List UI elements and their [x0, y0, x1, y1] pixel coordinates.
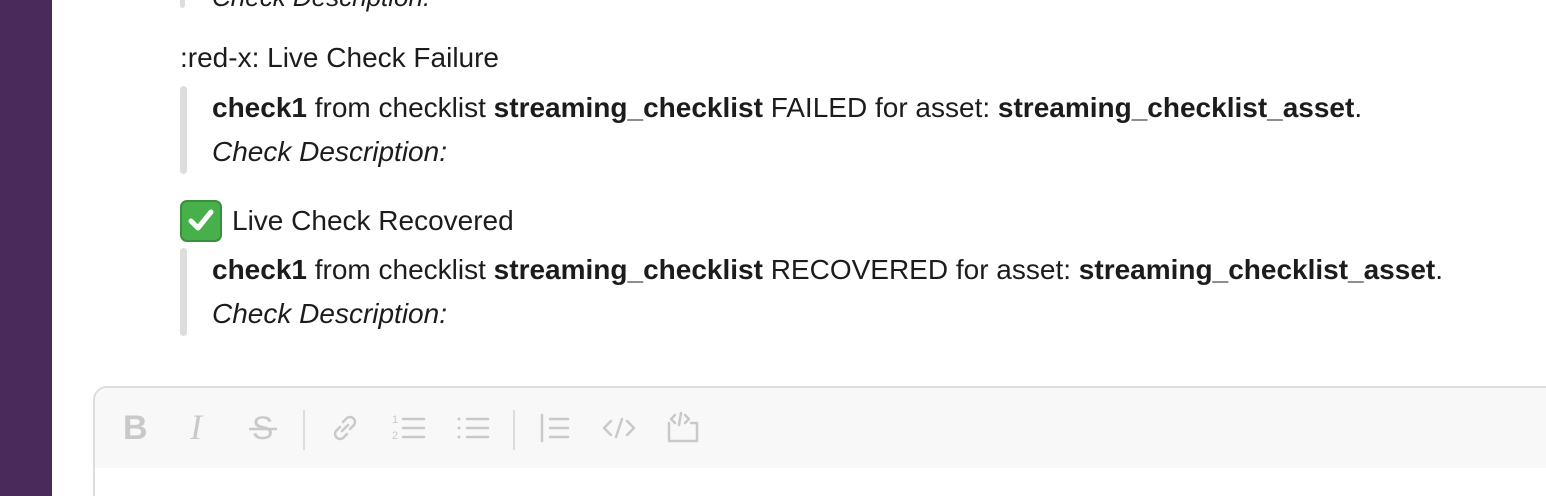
status-text: FAILED for asset:: [762, 92, 998, 123]
attachment-quote-bar: [180, 248, 187, 336]
svg-text:2: 2: [392, 430, 398, 442]
message-live-check-failure[interactable]: :red-x: Live Check Failure check1 from c…: [180, 40, 1546, 174]
end-punctuation: .: [1435, 254, 1444, 285]
asset-name: streaming_checklist_asset: [997, 92, 1355, 123]
code-icon[interactable]: [599, 408, 639, 448]
blockquote-icon[interactable]: [535, 408, 575, 448]
message-attachment: check1 from checklist streaming_checklis…: [180, 86, 1546, 174]
message-title-row: Live Check Recovered: [180, 200, 1546, 242]
svg-text:B: B: [123, 411, 148, 445]
svg-text:I: I: [189, 411, 204, 445]
previous-description-label: Check Description:: [212, 0, 430, 13]
svg-text:1: 1: [392, 414, 398, 426]
end-punctuation: .: [1354, 92, 1363, 123]
asset-name: streaming_checklist_asset: [1078, 254, 1436, 285]
strikethrough-icon[interactable]: S: [243, 408, 283, 448]
check-name: check1: [212, 254, 307, 285]
toolbar-separator: [303, 410, 305, 450]
bold-icon[interactable]: B: [115, 408, 155, 448]
check-description-label: Check Description:: [212, 298, 447, 329]
message-title: :red-x: Live Check Failure: [180, 42, 500, 73]
from-checklist-text: from checklist: [306, 92, 494, 123]
toolbar-separator: [513, 410, 515, 450]
message-title: Live Check Recovered: [232, 205, 514, 236]
link-icon[interactable]: [325, 408, 365, 448]
attachment-summary-line: check1 from checklist streaming_checklis…: [212, 248, 1546, 292]
checklist-name: streaming_checklist: [493, 254, 763, 285]
from-checklist-text: from checklist: [306, 254, 494, 285]
message-attachment: check1 from checklist streaming_checklis…: [180, 248, 1546, 336]
checklist-name: streaming_checklist: [493, 92, 763, 123]
previous-quote-bar: [180, 0, 185, 8]
check-name: check1: [212, 92, 307, 123]
status-text: RECOVERED for asset:: [762, 254, 1079, 285]
attachment-summary-line: check1 from checklist streaming_checklis…: [212, 86, 1546, 130]
code-block-icon[interactable]: [663, 408, 703, 448]
message-live-check-recovered[interactable]: Live Check Recovered check1 from checkli…: [180, 200, 1546, 336]
check-description-label: Check Description:: [212, 136, 447, 167]
ordered-list-icon[interactable]: 1 2: [389, 408, 429, 448]
bulleted-list-icon[interactable]: [453, 408, 493, 448]
message-composer[interactable]: B I S 1 2: [93, 386, 1546, 496]
white-check-mark-icon: [180, 200, 222, 242]
formatting-toolbar: B I S 1 2: [95, 388, 1546, 468]
attachment-quote-bar: [180, 86, 187, 174]
slack-channel-view: Check Description: :red-x: Live Check Fa…: [0, 0, 1546, 496]
italic-icon[interactable]: I: [179, 408, 219, 448]
workspace-sidebar: [0, 0, 52, 496]
